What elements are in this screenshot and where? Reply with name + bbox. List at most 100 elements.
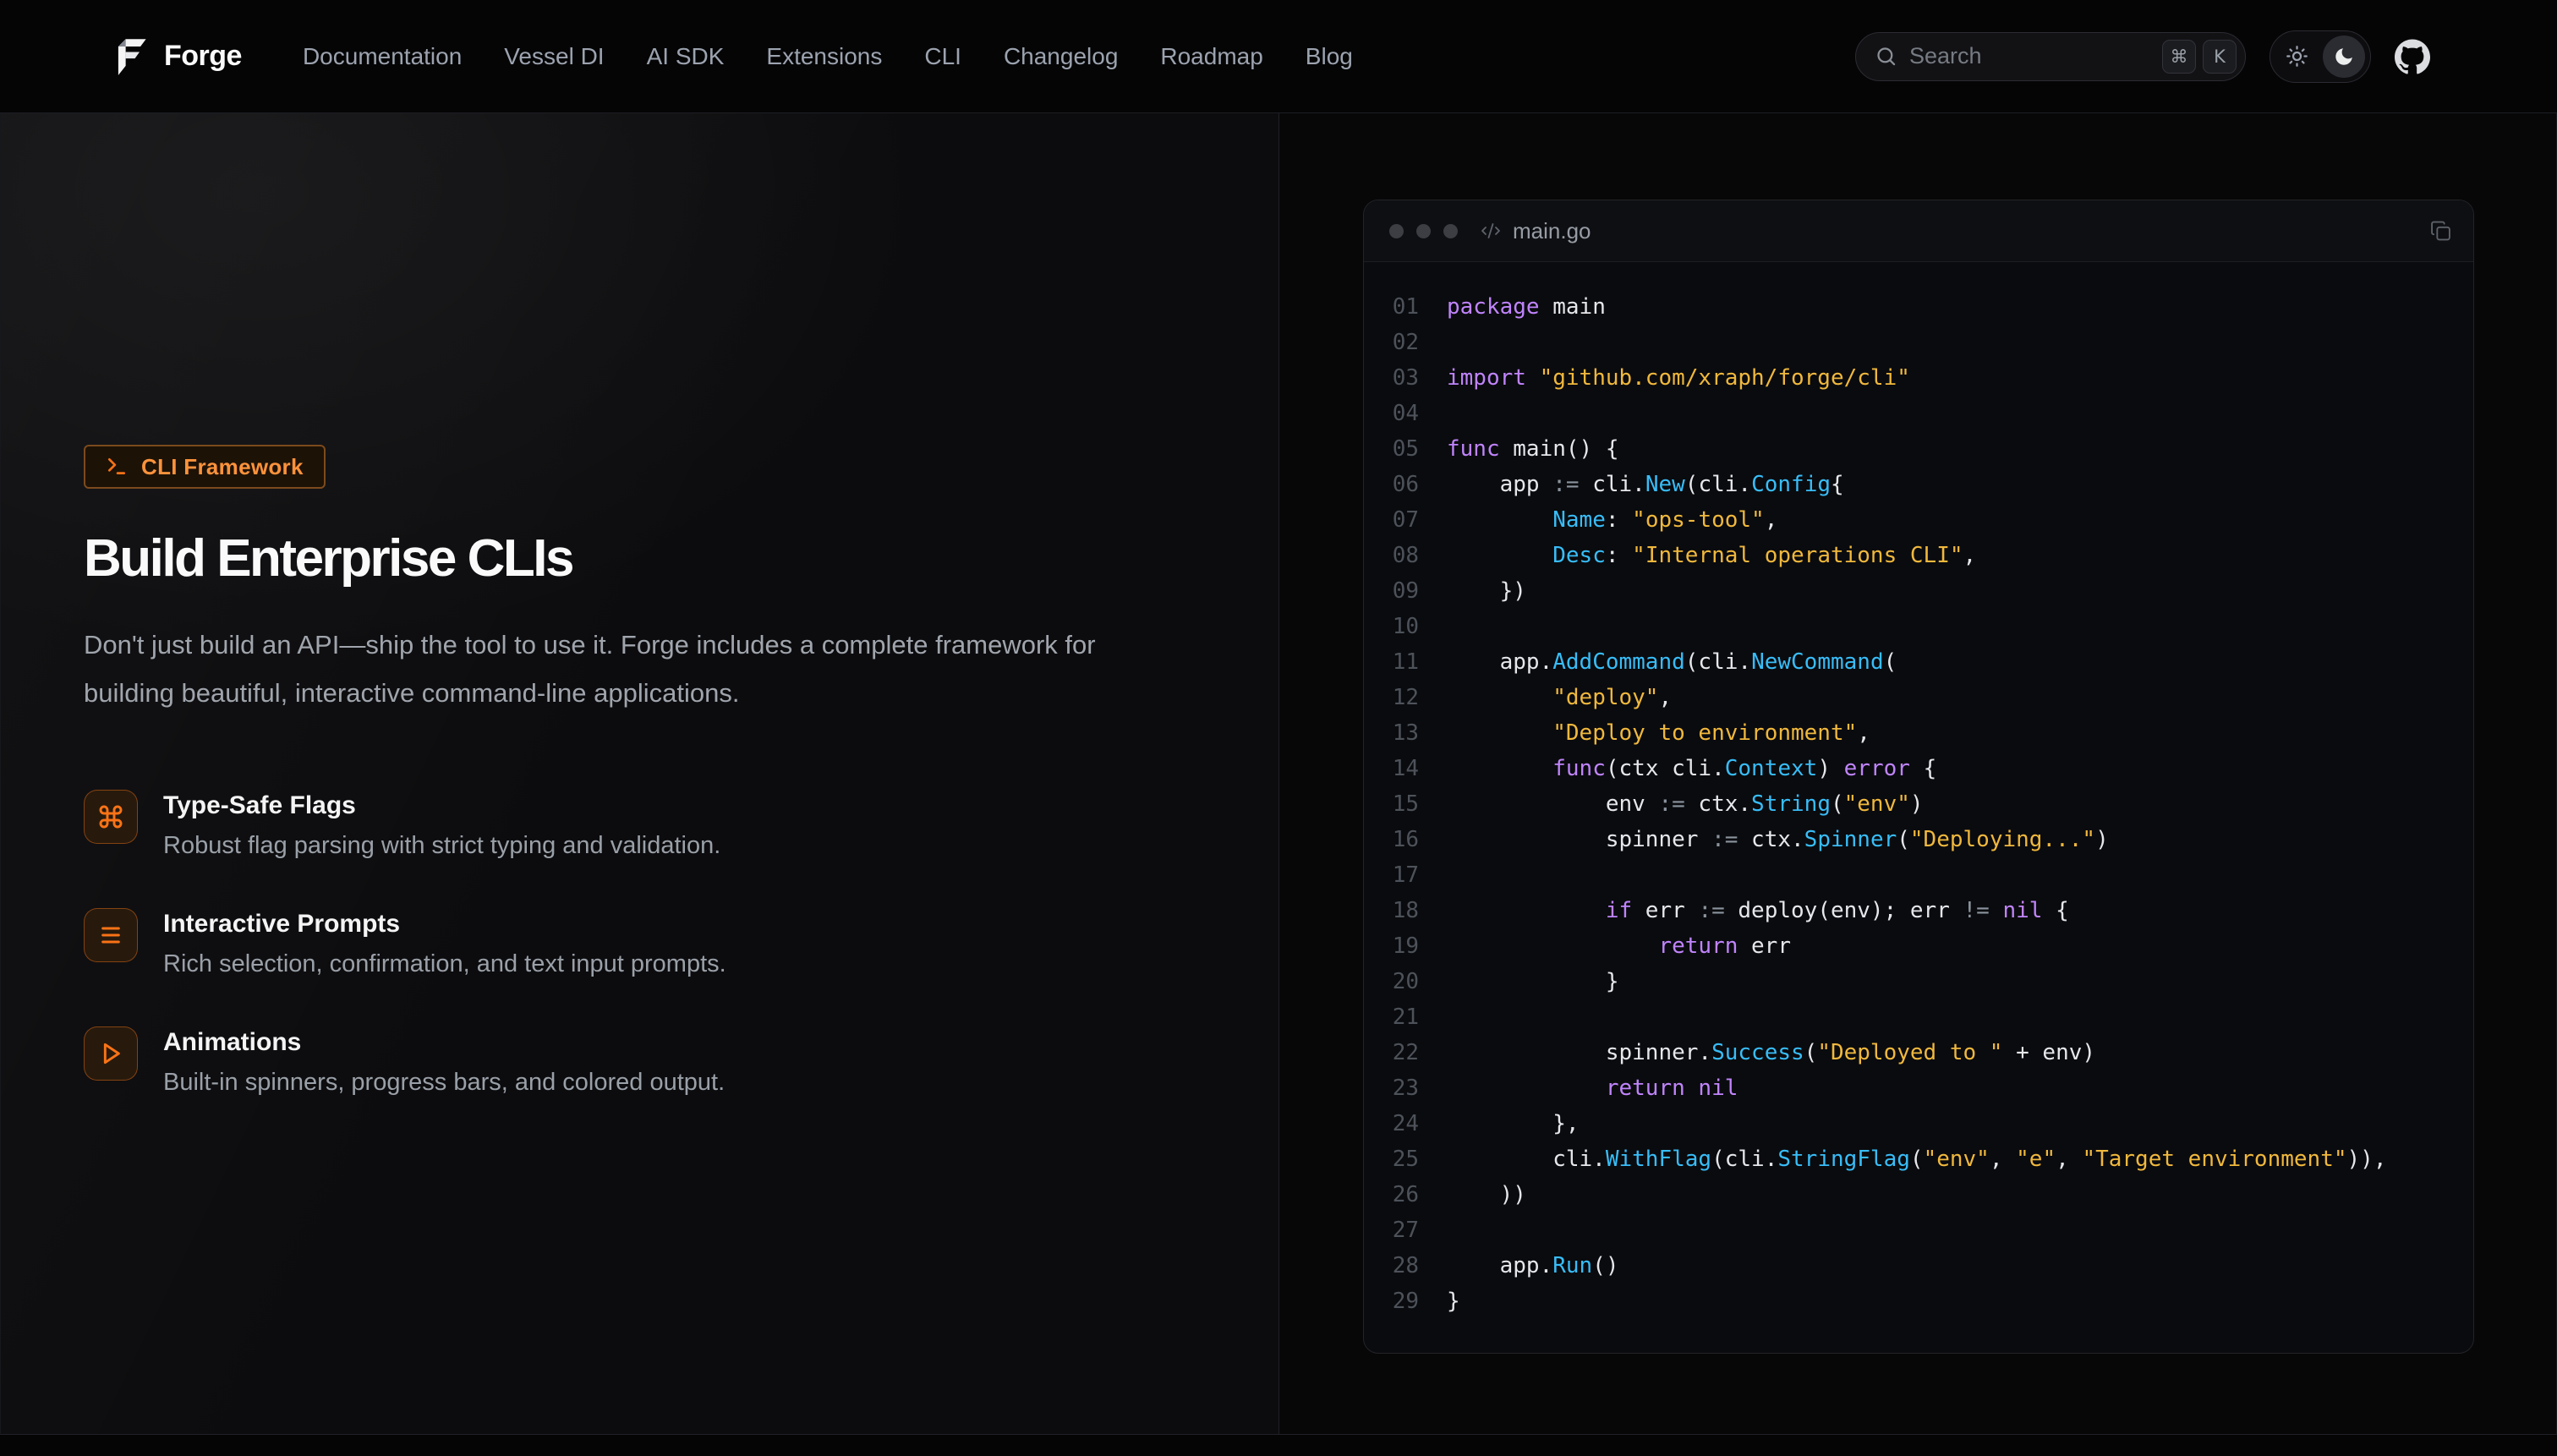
code-line: 11 app.AddCommand(cli.NewCommand( [1364,644,2473,680]
line-number: 22 [1364,1035,1419,1070]
code-token: import [1447,365,1526,391]
line-number: 25 [1364,1141,1419,1177]
nav-link-documentation[interactable]: Documentation [303,43,462,70]
code-token: Success [1711,1040,1804,1065]
code-token: := [1552,472,1579,497]
code-token: nil [2002,898,2042,923]
window-dot [1443,224,1458,238]
nav-link-changelog[interactable]: Changelog [1004,43,1118,70]
code-token: ) [1817,756,1843,781]
code-token: if [1606,898,1632,923]
page: Forge Documentation Vessel DI AI SDK Extens… [0,0,2557,1454]
code-token: "Target environment" [2082,1147,2346,1172]
feature-description: Robust flag parsing with strict typing a… [163,829,720,862]
kbd-cmd: ⌘ [2162,40,2196,74]
nav-link-extensions[interactable]: Extensions [766,43,882,70]
line-number: 02 [1364,325,1419,360]
hero-right-column: main.go 01package main0203import "github… [1279,113,2556,1434]
github-link[interactable] [2395,39,2430,74]
moon-icon[interactable] [2323,36,2365,78]
code-token: New [1645,472,1685,497]
command-icon [84,790,138,844]
code-token: { [1831,472,1844,497]
forge-logo-icon [110,36,149,77]
line-number: 20 [1364,964,1419,999]
feature-item: Type-Safe FlagsRobust flag parsing with … [84,790,1278,862]
sun-icon[interactable] [2275,36,2318,78]
window-dot [1389,224,1404,238]
code-token: func [1447,436,1500,462]
line-number: 14 [1364,751,1419,786]
code-token: "Deploying..." [1910,827,2095,852]
nav-link-ai-sdk[interactable]: AI SDK [647,43,725,70]
code-token: return [1658,933,1738,959]
search-input[interactable]: Search ⌘ K [1855,32,2246,81]
code-token: "deploy" [1552,685,1658,710]
code-token [1447,720,1552,746]
code-token: ( [1884,649,1897,675]
code-token: Name [1552,507,1606,533]
line-number: 26 [1364,1177,1419,1212]
code-line: 04 [1364,396,2473,431]
line-number: 24 [1364,1106,1419,1141]
code-token: deploy(env); err [1725,898,1963,923]
badge-label: CLI Framework [141,454,304,480]
line-number: 13 [1364,715,1419,751]
code-token [1447,756,1552,781]
nav-link-roadmap[interactable]: Roadmap [1160,43,1262,70]
code-token [1447,1076,1606,1101]
code-line: 20 } [1364,964,2473,999]
code-token: "Internal operations CLI" [1632,543,1963,568]
nav-link-vessel-di[interactable]: Vessel DI [504,43,604,70]
code-line: 01package main [1364,289,2473,325]
code-line: 26 )) [1364,1177,2473,1212]
code-icon [1481,221,1501,241]
theme-toggle[interactable] [2270,30,2371,83]
hero-left-column: CLI Framework Build Enterprise CLIs Don'… [1,113,1279,1434]
code-token: } [1447,969,1619,994]
line-number: 06 [1364,467,1419,502]
code-token: app. [1447,1253,1552,1278]
code-token: Config [1751,472,1831,497]
page-title: Build Enterprise CLIs [84,528,1278,590]
feature-text: AnimationsBuilt-in spinners, progress ba… [163,1026,725,1099]
code-token: NewCommand [1751,649,1884,675]
code-token: return [1606,1076,1685,1101]
code-token: }, [1447,1111,1580,1136]
code-line: 15 env := ctx.String("env") [1364,786,2473,822]
nav-link-cli[interactable]: CLI [924,43,961,70]
line-number: 29 [1364,1284,1419,1319]
code-token: app [1447,472,1552,497]
code-token [1685,1076,1699,1101]
code-line: 25 cli.WithFlag(cli.StringFlag("env", "e… [1364,1141,2473,1177]
feature-description: Rich selection, confirmation, and text i… [163,947,726,981]
code-token: err [1632,898,1698,923]
code-token: ctx. [1685,791,1751,817]
code-token: "env" [1844,791,1910,817]
code-token: ) [1910,791,1924,817]
line-number: 09 [1364,573,1419,609]
brand[interactable]: Forge [110,36,242,77]
copy-button[interactable] [2430,221,2451,242]
line-number: 21 [1364,999,1419,1035]
code-line: 07 Name: "ops-tool", [1364,502,2473,538]
code-token: spinner [1447,827,1711,852]
code-token: , [1765,507,1778,533]
feature-text: Type-Safe FlagsRobust flag parsing with … [163,790,720,862]
line-number: 19 [1364,928,1419,964]
line-number: 23 [1364,1070,1419,1106]
code-line: 17 [1364,857,2473,893]
code-token: != [1963,898,1990,923]
code-token [1447,898,1606,923]
code-token: := [1698,898,1724,923]
nav-link-blog[interactable]: Blog [1306,43,1353,70]
code-token: Run [1552,1253,1592,1278]
search-placeholder: Search [1909,43,2162,69]
line-number: 27 [1364,1212,1419,1248]
code-token: }) [1447,578,1526,604]
line-number: 17 [1364,857,1419,893]
github-icon [2395,39,2430,74]
code-token: : [1606,543,1632,568]
code-token: Context [1725,756,1818,781]
code-token: String [1751,791,1831,817]
